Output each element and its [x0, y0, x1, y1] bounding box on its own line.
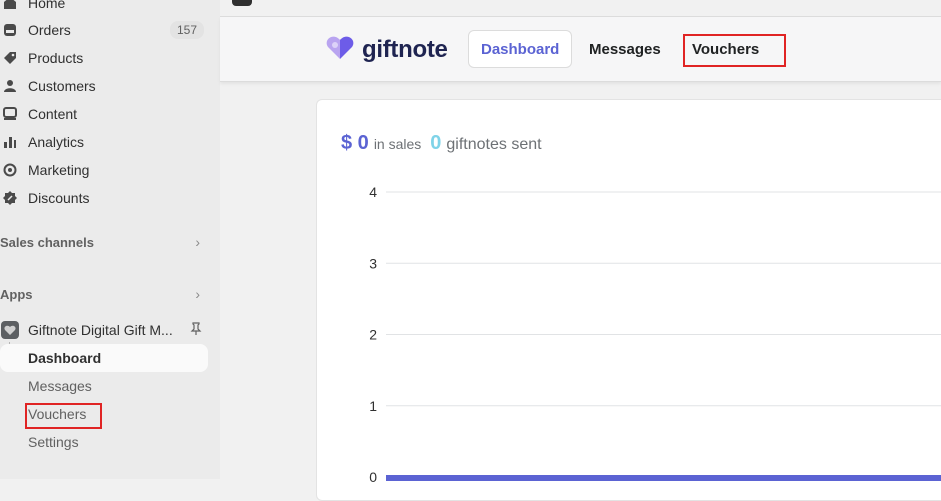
content-icon — [1, 105, 19, 123]
sidebar-sub-settings[interactable]: Settings — [0, 428, 208, 456]
sidebar-sub-label: Messages — [28, 378, 92, 394]
home-icon — [1, 0, 19, 12]
tag-icon — [1, 49, 19, 67]
y-tick-label: 1 — [369, 398, 377, 414]
y-tick-label: 3 — [369, 255, 377, 271]
sales-chart: 4 3 2 1 0 — [369, 184, 941, 485]
tab-messages[interactable]: Messages — [577, 30, 673, 68]
y-tick-label: 2 — [369, 327, 377, 343]
sidebar-item-label: Analytics — [28, 134, 85, 150]
sidebar-sub-label: Settings — [28, 434, 79, 450]
person-icon — [1, 77, 19, 95]
sidebar-item-label: Home — [28, 0, 66, 11]
sales-channels-section[interactable]: Sales channels › — [0, 232, 208, 252]
sidebar-item-content[interactable]: Content — [0, 102, 208, 126]
giftnote-app-icon — [1, 321, 19, 339]
app-giftnote[interactable]: Giftnote Digital Gift M... — [0, 318, 208, 342]
highlight-box-tab-vouchers — [683, 34, 786, 67]
dashboard-card: $ 0 in sales 0 giftnotes sent 43210 — [316, 99, 941, 501]
orders-count-badge: 157 — [169, 21, 204, 39]
target-icon — [1, 161, 19, 179]
sidebar: Home Orders 157 Products Customers Conte… — [0, 0, 220, 479]
y-tick-label: 4 — [369, 184, 377, 200]
sidebar-sub-dashboard[interactable]: Dashboard — [0, 344, 208, 372]
y-tick-label: 0 — [369, 469, 377, 485]
tab-dashboard[interactable]: Dashboard — [468, 30, 573, 68]
sidebar-item-orders[interactable]: Orders 157 — [0, 18, 208, 42]
chevron-right-icon: › — [195, 286, 200, 302]
app-switcher-icon[interactable] — [232, 0, 252, 6]
sidebar-item-marketing[interactable]: Marketing — [0, 158, 208, 182]
tab-label: Dashboard — [481, 40, 560, 58]
sidebar-item-home[interactable]: Home — [0, 0, 208, 15]
sidebar-item-label: Customers — [28, 78, 96, 94]
sales-channels-label: Sales channels — [0, 234, 94, 250]
apps-label: Apps — [0, 286, 33, 302]
sidebar-sub-label: Dashboard — [28, 350, 102, 366]
highlight-box-sidebar-vouchers — [25, 403, 102, 429]
bar-chart-icon — [1, 133, 19, 151]
orders-icon — [1, 21, 19, 39]
sidebar-sub-messages[interactable]: Messages — [0, 372, 208, 400]
sidebar-item-customers[interactable]: Customers — [0, 74, 208, 98]
apps-section[interactable]: Apps › — [0, 284, 208, 304]
brand: giftnote — [326, 34, 448, 65]
series-bar — [386, 475, 941, 481]
app-name: Giftnote Digital Gift M... — [28, 322, 173, 338]
brand-name: giftnote — [362, 35, 448, 63]
chevron-right-icon: › — [195, 234, 200, 250]
pin-icon[interactable] — [190, 321, 202, 339]
sidebar-item-label: Products — [28, 50, 84, 66]
sidebar-item-label: Orders — [28, 22, 71, 38]
sidebar-item-label: Discounts — [28, 190, 90, 206]
tab-label: Messages — [589, 40, 661, 58]
sidebar-item-analytics[interactable]: Analytics — [0, 130, 208, 154]
sidebar-item-label: Marketing — [28, 162, 90, 178]
sidebar-item-products[interactable]: Products — [0, 46, 208, 70]
sidebar-item-label: Content — [28, 106, 78, 122]
discount-icon — [1, 189, 19, 207]
giftnote-logo-icon — [326, 34, 356, 65]
app-header: giftnote Dashboard Messages Vouchers — [220, 17, 941, 82]
top-bar — [220, 0, 941, 17]
sidebar-item-discounts[interactable]: Discounts — [0, 186, 208, 210]
